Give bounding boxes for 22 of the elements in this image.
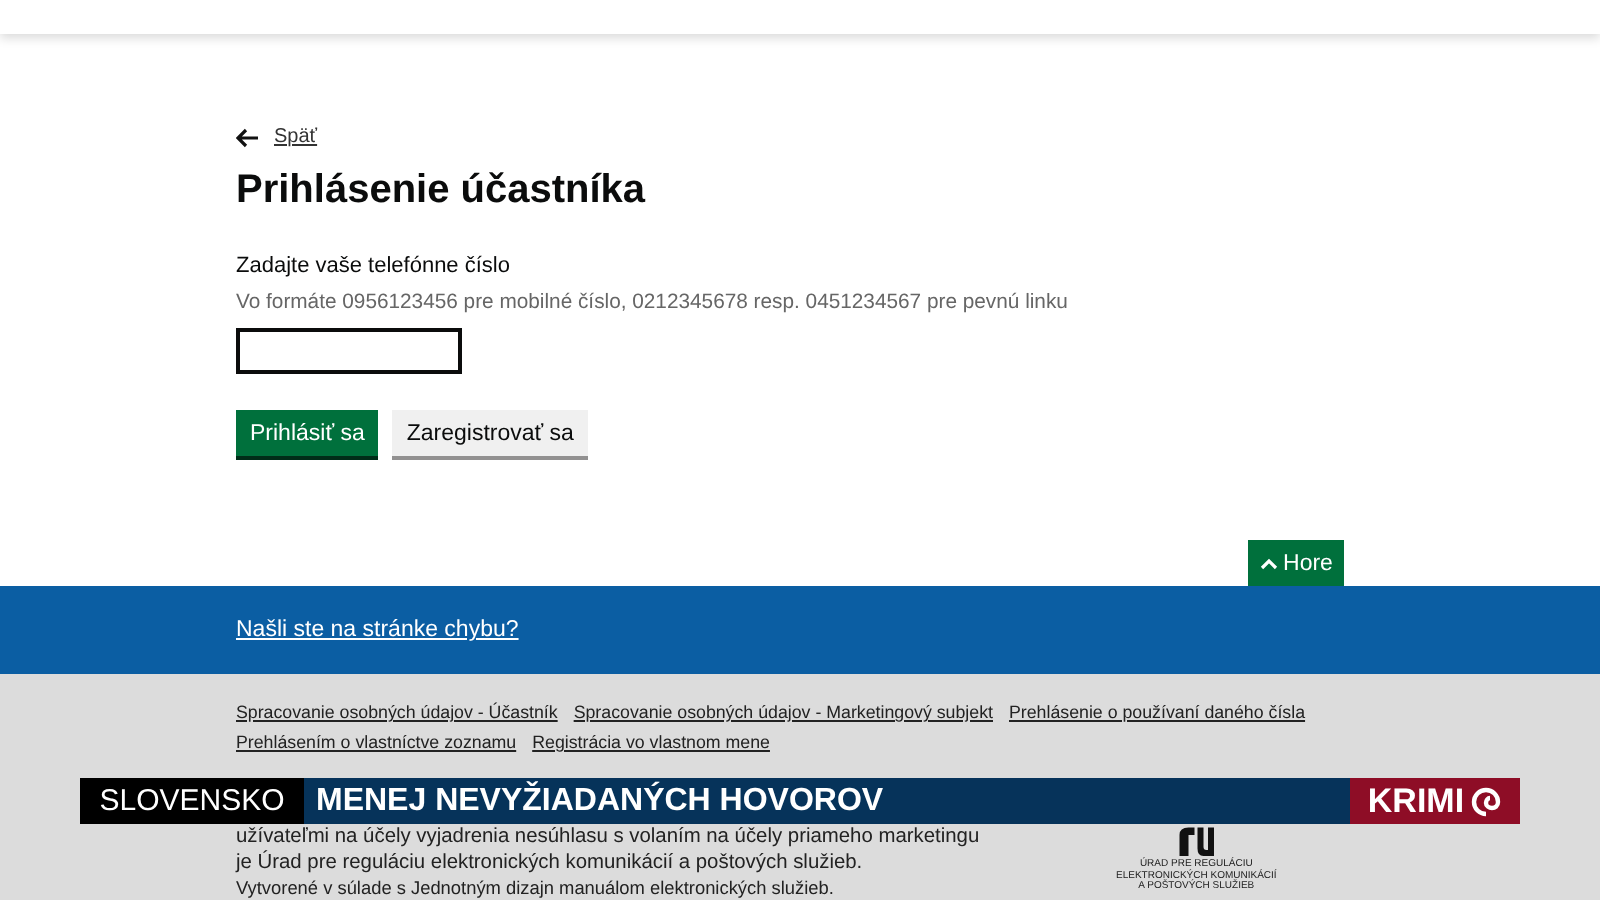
back-link[interactable]: Späť <box>236 126 318 148</box>
back-to-top-button[interactable]: Hore <box>1248 540 1344 586</box>
ticker-region: SLOVENSKO <box>80 778 304 824</box>
footer-link[interactable]: Spracovanie osobných údajov - Marketingový subjekt <box>573 698 993 728</box>
form-button[interactable]: Zaregistrovať sa <box>392 410 588 456</box>
field-hint: Vo formáte 0956123456 pre mobilné číslo, 0212345678 resp. 0451234567 pre pevnú linku <box>236 290 1070 318</box>
spiral-icon <box>1470 785 1503 817</box>
channel-logo: KRIMI <box>1350 778 1520 824</box>
phone-input-field[interactable] <box>236 328 462 374</box>
footer-link[interactable]: Prehlásenie o používaní daného čísla <box>1009 698 1306 728</box>
back-arrow-icon <box>236 127 260 147</box>
feedback-link[interactable]: Našli ste na stránke chybu? <box>236 618 519 642</box>
chevron-up-icon <box>1259 557 1278 569</box>
footer-note: Vytvorené v súlade s Jednotným dizajn manuálom elektronických služieb. <box>236 878 836 900</box>
form-button[interactable]: Prihlásiť sa <box>236 410 379 456</box>
field-label: Zadajte vaše telefónne číslo <box>236 252 512 282</box>
page-title: Prihlásenie účastníka <box>236 166 648 216</box>
footer-link[interactable]: Registrácia vo vlastnom mene <box>532 728 770 758</box>
footer-link[interactable]: Spracovanie osobných údajov - Účastník <box>236 698 558 728</box>
footer-paragraph: užívateľmi na účely vyjadrenia nesúhlasu s volaním na účely priameho marketingu je Úrad pre reguláciu elektronických komunikácií a poštových služieb. <box>236 824 982 876</box>
footer-link[interactable]: Prehlásením o vlastníctve zoznamu <box>236 728 517 758</box>
ticker-headline: MENEJ NEVYŽIADANÝCH HOVOROV <box>304 778 1350 824</box>
